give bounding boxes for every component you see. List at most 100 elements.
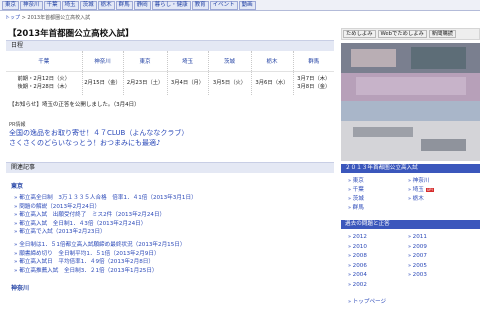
schedule-date-cell: 2月23日（土） xyxy=(123,70,168,95)
schedule-date: 3月6日（水） xyxy=(255,80,289,87)
nav-item[interactable]: 暮らし・健康 xyxy=(151,1,191,10)
article-link[interactable]: 都立高全日制 3万１３３５人合格 倍率1．４1倍（2013年3月1日） xyxy=(14,194,334,203)
schedule-date-cell: 前期・2月12日（火） 後期・2月28日（木） xyxy=(6,70,83,95)
sidebar-pref-name[interactable]: 千葉 xyxy=(353,187,364,193)
past-exams-heading: 過去の問題と正答 xyxy=(341,220,480,229)
schedule-date: 前期・2月12日（火） xyxy=(17,76,71,83)
article-link[interactable]: 願書締め切り 全日制平均1．５1倍（2013年2月9日） xyxy=(14,250,334,259)
related-articles-1: 都立高全日制 3万１３３５人合格 倍率1．４1倍（2013年3月1日）問題の解説… xyxy=(6,194,334,237)
sidebar-pref-link[interactable]: 茨城 xyxy=(348,195,408,204)
sidebar-pref-links: 東京 神奈川千葉 埼玉UP! 茨城 栃木群馬 xyxy=(341,173,480,215)
pr-link-47club[interactable]: 全国の逸品をお取り寄せ！４７CLUB（よんななクラブ） xyxy=(9,128,334,138)
schedule-date-cell: 2月15日（金） xyxy=(82,70,124,95)
web-tameshi-yomi-label[interactable]: Webでためしよみ xyxy=(381,31,424,37)
subscribe-button[interactable]: 新聞購読 xyxy=(428,30,457,38)
pr-link-natto[interactable]: さくさくのどらいなっとう！おつまみにも最適♪ xyxy=(9,138,334,148)
notice-text: 【お知らせ】埼玉の正答を公開しました。（3月4日） xyxy=(9,102,140,108)
schedule-pref-header: 群馬 xyxy=(308,58,320,65)
top-nav: 東京 神奈川 千葉 埼玉 茨城 栃木 群馬 静岡 暮らし・健康 教育 イベント 動画 xyxy=(0,0,480,11)
sidebar-pref-name[interactable]: 埼玉 xyxy=(413,187,424,193)
nav-item[interactable]: イベント xyxy=(209,1,238,10)
sidebar-pref-link[interactable]: 栃木 xyxy=(408,195,468,204)
sidebar-pref-name[interactable]: 群馬 xyxy=(353,205,364,211)
schedule-date-cell: 3月5日（火） xyxy=(208,70,252,95)
sidebar-pref-name[interactable]: 茨城 xyxy=(353,196,364,202)
schedule-date: 後期・2月28日（木） xyxy=(17,84,71,91)
nav-item[interactable]: 栃木 xyxy=(97,1,115,10)
nav-item[interactable]: 千葉 xyxy=(43,1,61,10)
year-link[interactable]: 2011 xyxy=(408,233,468,243)
year-link[interactable]: 2004 xyxy=(348,271,408,281)
blurred-ad-image xyxy=(341,43,480,161)
tameshi-yomi-button[interactable]: ためしよみ xyxy=(343,30,376,38)
pr-heading: PR情報 xyxy=(9,122,26,128)
related-heading: 関連記事 xyxy=(6,162,334,173)
schedule-pref-header: 神奈川 xyxy=(82,51,124,71)
schedule-pref-header: 千葉 xyxy=(6,51,83,71)
year-link[interactable]: 2008 xyxy=(348,252,408,262)
sidebar: ためしよみ Webでためしよみ 新聞購読 ２０１３年首都圏公立高入試 東京 神奈川千葉… xyxy=(341,28,480,305)
article-link[interactable]: 都立高入試 全日制1．４3倍（2013年2月24日） xyxy=(14,220,334,229)
article-link[interactable]: 都立高で入試（2013年2月23日） xyxy=(14,228,334,237)
year-link[interactable]: 2002 xyxy=(348,281,408,291)
schedule-date: 2月15日（金） xyxy=(84,80,121,87)
related-group-kanagawa: 神奈川 xyxy=(11,285,30,293)
schedule-table: 千葉 神奈川 東京 埼玉 茨城 栃木 群馬 前期・2月12日（火） 後期・2月28日（木） 2月… xyxy=(6,51,334,95)
subscribe-label[interactable]: 新聞購読 xyxy=(432,31,453,37)
nav-item[interactable]: 東京 xyxy=(2,1,20,10)
article-link[interactable]: 問題の解説（2013年2月24日） xyxy=(14,203,334,212)
sidebar-pref-link[interactable]: 東京 xyxy=(348,177,408,186)
tameshi-yomi-label[interactable]: ためしよみ xyxy=(346,31,373,37)
sidebar-button-bar: ためしよみ Webでためしよみ 新聞購読 xyxy=(341,28,480,40)
sidebar-pref-name[interactable]: 神奈川 xyxy=(413,178,430,184)
pr-link-text[interactable]: 全国の逸品をお取り寄せ！４７CLUB（よんななクラブ） xyxy=(9,129,188,137)
sidebar-pref-name[interactable]: 栃木 xyxy=(413,196,424,202)
pr-link-text[interactable]: さくさくのどらいなっとう！おつまみにも最適♪ xyxy=(9,139,160,147)
year-link[interactable]: 2006 xyxy=(348,262,408,272)
schedule-date: 3月8日（金） xyxy=(297,84,331,91)
article-link[interactable]: 都立高推薦入試 全日制3．２1倍（2013年1月25日） xyxy=(14,267,334,276)
nav-item[interactable]: 神奈川 xyxy=(20,1,43,10)
breadcrumb: トップ > 2013年首都圏公立高校入試 xyxy=(5,14,90,21)
breadcrumb-home-link[interactable]: トップ xyxy=(5,15,20,21)
year-link[interactable]: 2005 xyxy=(408,262,468,272)
series-heading: ２０１３年首都圏公立高入試 xyxy=(341,164,480,173)
schedule-date-cell: 3月4日（月） xyxy=(167,70,209,95)
schedule-date-cell: 3月7日（木） 3月8日（金） xyxy=(293,70,334,95)
article-link[interactable]: 都立高入試日 平均倍率1．４9倍（2013年2月8日） xyxy=(14,258,334,267)
schedule-pref-header: 東京 xyxy=(123,51,168,71)
year-link[interactable]: 2012 xyxy=(348,233,408,243)
nav-item[interactable]: 動画 xyxy=(238,1,256,10)
nav-item[interactable]: 埼玉 xyxy=(61,1,79,10)
sidebar-year-links: 2012201120102009200820072006200520042003… xyxy=(341,229,480,293)
nav-item[interactable]: 茨城 xyxy=(79,1,97,10)
nav-item[interactable]: 教育 xyxy=(191,1,209,10)
web-tameshi-yomi-button[interactable]: Webでためしよみ xyxy=(377,30,427,38)
schedule-pref-header: 埼玉 xyxy=(167,51,209,71)
top-page-link[interactable]: トップページ xyxy=(348,297,480,305)
schedule-date: 3月7日（木） xyxy=(297,76,331,83)
schedule-date: 3月4日（月） xyxy=(170,80,205,87)
year-link[interactable]: 2007 xyxy=(408,252,468,262)
update-badge: UP! xyxy=(425,187,434,192)
sidebar-pref-name[interactable]: 東京 xyxy=(353,178,364,184)
schedule-date: 3月5日（火） xyxy=(212,80,247,87)
sidebar-pref-link[interactable]: 埼玉UP! xyxy=(408,186,468,195)
related-articles-2: 全日制は1．５1倍都立高入試願締め最終状況（2013年2月15日）願書締め切り … xyxy=(6,241,334,275)
article-link[interactable]: 全日制は1．５1倍都立高入試願締め最終状況（2013年2月15日） xyxy=(14,241,334,250)
schedule-pref-header: 栃木 xyxy=(251,51,294,71)
year-link[interactable]: 2010 xyxy=(348,243,408,253)
nav-item[interactable]: 静岡 xyxy=(133,1,151,10)
sidebar-pref-link[interactable]: 群馬 xyxy=(348,204,408,213)
sidebar-pref-link[interactable]: 千葉 xyxy=(348,186,408,195)
breadcrumb-current: 2013年首都圏公立高校入試 xyxy=(27,15,91,21)
sidebar-pref-link[interactable]: 神奈川 xyxy=(408,177,468,186)
schedule-pref-header: 茨城 xyxy=(208,51,252,71)
year-link[interactable]: 2009 xyxy=(408,243,468,253)
top-page-label[interactable]: トップページ xyxy=(353,299,386,305)
main-content: 日程 千葉 神奈川 東京 埼玉 茨城 栃木 群馬 前期・2月12日（火） 後期・2月28日（木… xyxy=(6,40,334,296)
article-link[interactable]: 都立高入試 出願受付終了 ミス2件（2013年2月24日） xyxy=(14,211,334,220)
schedule-heading: 日程 xyxy=(6,40,334,51)
year-link[interactable]: 2003 xyxy=(408,271,468,281)
nav-item[interactable]: 群馬 xyxy=(115,1,133,10)
